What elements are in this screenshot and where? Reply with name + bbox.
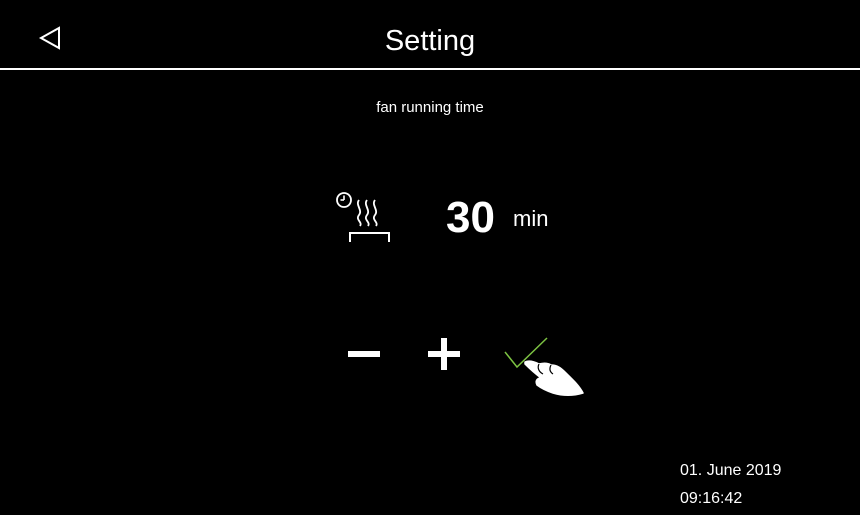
confirm-button[interactable] bbox=[495, 330, 590, 400]
minus-icon bbox=[348, 351, 380, 357]
header-bar: Setting bbox=[0, 0, 860, 70]
setting-value: 30 bbox=[446, 193, 495, 242]
status-date: 01. June 2019 bbox=[680, 462, 782, 479]
fan-runtime-icon bbox=[330, 190, 394, 246]
increase-button[interactable] bbox=[420, 330, 468, 378]
status-time: 09:16:42 bbox=[680, 490, 743, 507]
plus-icon bbox=[428, 338, 460, 370]
setting-unit: min bbox=[513, 206, 549, 231]
decrease-button[interactable] bbox=[340, 334, 388, 374]
page-title: Setting bbox=[384, 25, 476, 57]
setting-name: fan running time bbox=[376, 99, 484, 116]
hand-pointer-icon bbox=[524, 360, 584, 396]
